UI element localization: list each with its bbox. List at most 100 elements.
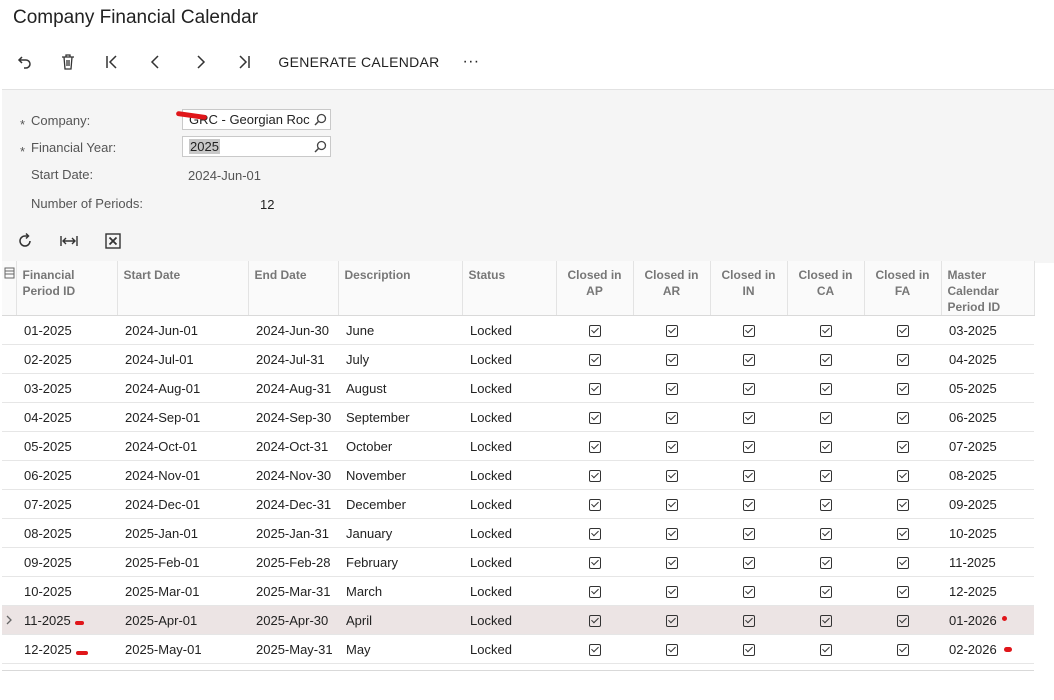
end-date-cell[interactable]: 2025-Feb-28 (248, 547, 338, 577)
closed-in-in-checkbox[interactable] (742, 441, 755, 454)
period-id-cell[interactable]: 01-2025 (16, 315, 117, 345)
previous-record-button[interactable] (144, 48, 168, 76)
status-cell[interactable]: Locked (462, 460, 556, 490)
closed-in-ar-checkbox[interactable] (665, 412, 678, 425)
start-date-cell[interactable]: 2025-Jan-01 (117, 518, 248, 548)
closed-in-ap-checkbox[interactable] (588, 354, 601, 367)
closed-in-ap-checkbox[interactable] (588, 499, 601, 512)
row-indicator[interactable] (2, 547, 16, 577)
period-id-cell[interactable]: 02-2025 (16, 344, 117, 374)
last-record-button[interactable] (232, 48, 256, 76)
closed-in-in-checkbox[interactable] (742, 470, 755, 483)
closed-in-fa-checkbox[interactable] (896, 325, 909, 338)
start-date-cell[interactable]: 2025-May-01 (117, 634, 248, 664)
undo-button[interactable] (12, 48, 36, 76)
row-indicator[interactable] (2, 576, 16, 606)
table-row[interactable]: 09-2025 2025-Feb-01 2025-Feb-28 February Loc… (2, 547, 1034, 577)
start-date-cell[interactable]: 2024-Jul-01 (117, 344, 248, 374)
start-date-cell[interactable]: 2024-Jun-01 (117, 315, 248, 345)
column-header-closed-in-ar[interactable]: Closed in AR (633, 261, 711, 316)
closed-in-fa-checkbox[interactable] (896, 586, 909, 599)
status-cell[interactable]: Locked (462, 576, 556, 606)
row-indicator[interactable] (2, 605, 16, 635)
end-date-cell[interactable]: 2024-Sep-30 (248, 402, 338, 432)
closed-in-fa-checkbox[interactable] (896, 615, 909, 628)
status-cell[interactable]: Locked (462, 605, 556, 635)
status-cell[interactable]: Locked (462, 547, 556, 577)
closed-in-fa-checkbox[interactable] (896, 470, 909, 483)
closed-in-ap-checkbox[interactable] (588, 615, 601, 628)
delete-button[interactable] (56, 48, 80, 76)
master-calendar-period-cell[interactable]: 04-2025 (941, 344, 1034, 374)
description-cell[interactable]: February (338, 547, 462, 577)
closed-in-fa-checkbox[interactable] (896, 499, 909, 512)
closed-in-in-checkbox[interactable] (742, 528, 755, 541)
closed-in-ca-checkbox[interactable] (819, 354, 832, 367)
row-indicator[interactable] (2, 634, 16, 664)
status-cell[interactable]: Locked (462, 315, 556, 345)
closed-in-in-checkbox[interactable] (742, 615, 755, 628)
start-date-cell[interactable]: 2024-Dec-01 (117, 489, 248, 519)
end-date-cell[interactable]: 2024-Jun-30 (248, 315, 338, 345)
row-indicator[interactable] (2, 402, 16, 432)
period-id-cell[interactable]: 06-2025 (16, 460, 117, 490)
status-cell[interactable]: Locked (462, 402, 556, 432)
closed-in-ap-checkbox[interactable] (588, 441, 601, 454)
column-header-closed-in-ca[interactable]: Closed in CA (787, 261, 865, 316)
start-date-cell[interactable]: 2025-Apr-01 (117, 605, 248, 635)
table-row[interactable]: 05-2025 2024-Oct-01 2024-Oct-31 October Lock… (2, 431, 1034, 461)
table-row[interactable]: 01-2025 2024-Jun-01 2024-Jun-30 June Locked 0… (2, 315, 1034, 345)
closed-in-ar-checkbox[interactable] (665, 470, 678, 483)
master-calendar-period-cell[interactable]: 09-2025 (941, 489, 1034, 519)
master-calendar-period-cell[interactable]: 10-2025 (941, 518, 1034, 548)
period-id-cell[interactable]: 04-2025 (16, 402, 117, 432)
master-calendar-period-cell[interactable]: 12-2025 (941, 576, 1034, 606)
closed-in-fa-checkbox[interactable] (896, 528, 909, 541)
closed-in-ca-checkbox[interactable] (819, 615, 832, 628)
description-cell[interactable]: November (338, 460, 462, 490)
closed-in-ar-checkbox[interactable] (665, 528, 678, 541)
master-calendar-period-cell[interactable]: 06-2025 (941, 402, 1034, 432)
column-header-closed-in-ap[interactable]: Closed in AP (556, 261, 634, 316)
column-header-closed-in-in[interactable]: Closed in IN (710, 261, 788, 316)
master-calendar-period-cell[interactable]: 11-2025 (941, 547, 1034, 577)
period-id-cell[interactable]: 11-2025 (16, 605, 117, 635)
closed-in-in-checkbox[interactable] (742, 383, 755, 396)
table-row[interactable]: 10-2025 2025-Mar-01 2025-Mar-31 March Locked… (2, 576, 1034, 606)
status-cell[interactable]: Locked (462, 373, 556, 403)
generate-calendar-button[interactable]: GENERATE CALENDAR (276, 48, 442, 76)
end-date-cell[interactable]: 2025-Jan-31 (248, 518, 338, 548)
description-cell[interactable]: December (338, 489, 462, 519)
master-calendar-period-cell[interactable]: 05-2025 (941, 373, 1034, 403)
description-cell[interactable]: June (338, 315, 462, 345)
closed-in-in-checkbox[interactable] (742, 325, 755, 338)
period-id-cell[interactable]: 10-2025 (16, 576, 117, 606)
column-header-financial-period-id[interactable]: Financial Period ID (16, 261, 118, 316)
period-id-cell[interactable]: 09-2025 (16, 547, 117, 577)
closed-in-ap-checkbox[interactable] (588, 557, 601, 570)
closed-in-ap-checkbox[interactable] (588, 644, 601, 657)
closed-in-ap-checkbox[interactable] (588, 586, 601, 599)
closed-in-in-checkbox[interactable] (742, 557, 755, 570)
first-record-button[interactable] (100, 48, 124, 76)
master-calendar-period-cell[interactable]: 07-2025 (941, 431, 1034, 461)
column-header-end-date[interactable]: End Date (248, 261, 339, 316)
table-row[interactable]: 03-2025 2024-Aug-01 2024-Aug-31 August Locke… (2, 373, 1034, 403)
closed-in-ca-checkbox[interactable] (819, 644, 832, 657)
master-calendar-period-cell[interactable]: 01-2026 (941, 605, 1034, 635)
column-header-description[interactable]: Description (338, 261, 463, 316)
row-indicator[interactable] (2, 460, 16, 490)
status-cell[interactable]: Locked (462, 344, 556, 374)
closed-in-fa-checkbox[interactable] (896, 383, 909, 396)
period-id-cell[interactable]: 03-2025 (16, 373, 117, 403)
closed-in-in-checkbox[interactable] (742, 586, 755, 599)
end-date-cell[interactable]: 2024-Oct-31 (248, 431, 338, 461)
closed-in-ca-checkbox[interactable] (819, 470, 832, 483)
closed-in-ca-checkbox[interactable] (819, 412, 832, 425)
closed-in-ca-checkbox[interactable] (819, 557, 832, 570)
closed-in-ar-checkbox[interactable] (665, 557, 678, 570)
description-cell[interactable]: January (338, 518, 462, 548)
status-cell[interactable]: Locked (462, 489, 556, 519)
more-actions-button[interactable]: ··· (456, 48, 486, 76)
column-header-closed-in-fa[interactable]: Closed in FA (864, 261, 942, 316)
